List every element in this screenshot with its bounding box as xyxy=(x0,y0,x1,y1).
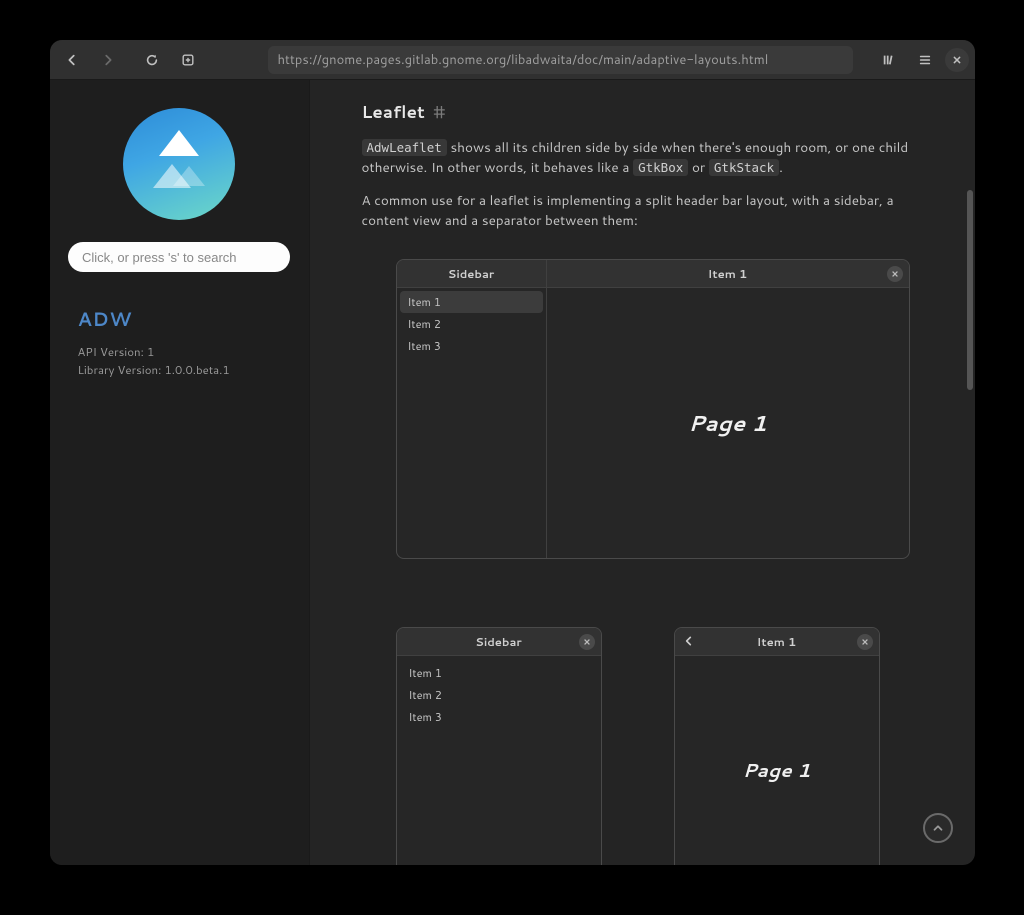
demo-sidebar-list: Item 1 Item 2 Item 3 xyxy=(397,288,547,558)
api-version-line: API Version: 1 xyxy=(78,343,285,361)
library-icon[interactable] xyxy=(873,46,905,74)
demo-content-title-text: Item 1 xyxy=(708,265,747,282)
section-heading: Leaflet # xyxy=(362,100,923,124)
demo-header-content-title: Item 1 xyxy=(547,260,909,287)
text-span: or xyxy=(688,158,709,177)
list-item: Item 1 xyxy=(400,291,543,313)
demo-back-icon xyxy=(683,633,694,650)
code-adwleaflet: AdwLeaflet xyxy=(362,139,447,156)
window-close-icon[interactable] xyxy=(945,48,969,72)
reload-button[interactable] xyxy=(136,46,168,74)
demo-close-icon xyxy=(579,634,595,650)
demo-page-area: Page 1 xyxy=(675,656,879,865)
code-gtkstack: GtkStack xyxy=(709,159,779,176)
forward-button[interactable] xyxy=(92,46,124,74)
paragraph-1: AdwLeaflet shows all its children side b… xyxy=(362,138,923,179)
demo-sidebar-list: Item 1 Item 2 Item 3 xyxy=(397,656,601,865)
text-span: . xyxy=(779,158,783,177)
demo-window-narrow-sidebar: Sidebar Item 1 Item 2 Item 3 xyxy=(396,627,602,865)
docs-sidebar: ADW API Version: 1 Library Version: 1.0.… xyxy=(50,80,310,865)
scroll-to-top-button[interactable] xyxy=(923,813,953,843)
demo-close-icon xyxy=(887,266,903,282)
demo-header: Sidebar xyxy=(397,628,601,656)
scrollbar-thumb[interactable] xyxy=(967,190,973,390)
code-gtkbox: GtkBox xyxy=(633,159,688,176)
heading-text: Leaflet xyxy=(362,100,425,124)
library-version-line: Library Version: 1.0.0.beta.1 xyxy=(78,361,285,379)
illustrations: Sidebar Item 1 Item 1 Item 2 xyxy=(362,259,923,865)
demo-header-title: Sidebar xyxy=(397,628,601,655)
search-input[interactable] xyxy=(68,242,290,272)
demo-page-label: Page 1 xyxy=(743,757,811,784)
demo-header: Sidebar Item 1 xyxy=(397,260,909,288)
browser-window: https://gnome.pages.gitlab.gnome.org/lib… xyxy=(50,40,975,865)
list-item: Item 1 xyxy=(401,662,597,684)
demo-page-label: Page 1 xyxy=(688,408,767,439)
demo-page-area: Page 1 xyxy=(547,288,909,558)
heading-anchor[interactable]: # xyxy=(434,100,446,124)
url-bar[interactable]: https://gnome.pages.gitlab.gnome.org/lib… xyxy=(268,46,853,74)
demo-header-sidebar-title: Sidebar xyxy=(397,260,547,287)
demo-header-title: Item 1 xyxy=(675,628,879,655)
browser-toolbar: https://gnome.pages.gitlab.gnome.org/lib… xyxy=(50,40,975,80)
list-item: Item 3 xyxy=(401,706,597,728)
adw-logo xyxy=(123,108,235,220)
new-tab-button[interactable] xyxy=(172,46,204,74)
demo-close-icon xyxy=(857,634,873,650)
demo-title-text: Item 1 xyxy=(757,633,796,650)
demo-window-wide: Sidebar Item 1 Item 1 Item 2 xyxy=(396,259,910,559)
docs-content: Leaflet # AdwLeaflet shows all its child… xyxy=(310,80,975,865)
demo-window-narrow-content: Item 1 Page 1 xyxy=(674,627,880,865)
list-item: Item 2 xyxy=(400,313,543,335)
back-button[interactable] xyxy=(56,46,88,74)
hamburger-menu-icon[interactable] xyxy=(909,46,941,74)
demo-title-text: Sidebar xyxy=(475,633,521,650)
library-title: ADW xyxy=(78,306,285,333)
paragraph-2: A common use for a leaflet is implementi… xyxy=(362,191,923,232)
app-body: ADW API Version: 1 Library Version: 1.0.… xyxy=(50,80,975,865)
list-item: Item 3 xyxy=(400,335,543,357)
list-item: Item 2 xyxy=(401,684,597,706)
demo-header: Item 1 xyxy=(675,628,879,656)
